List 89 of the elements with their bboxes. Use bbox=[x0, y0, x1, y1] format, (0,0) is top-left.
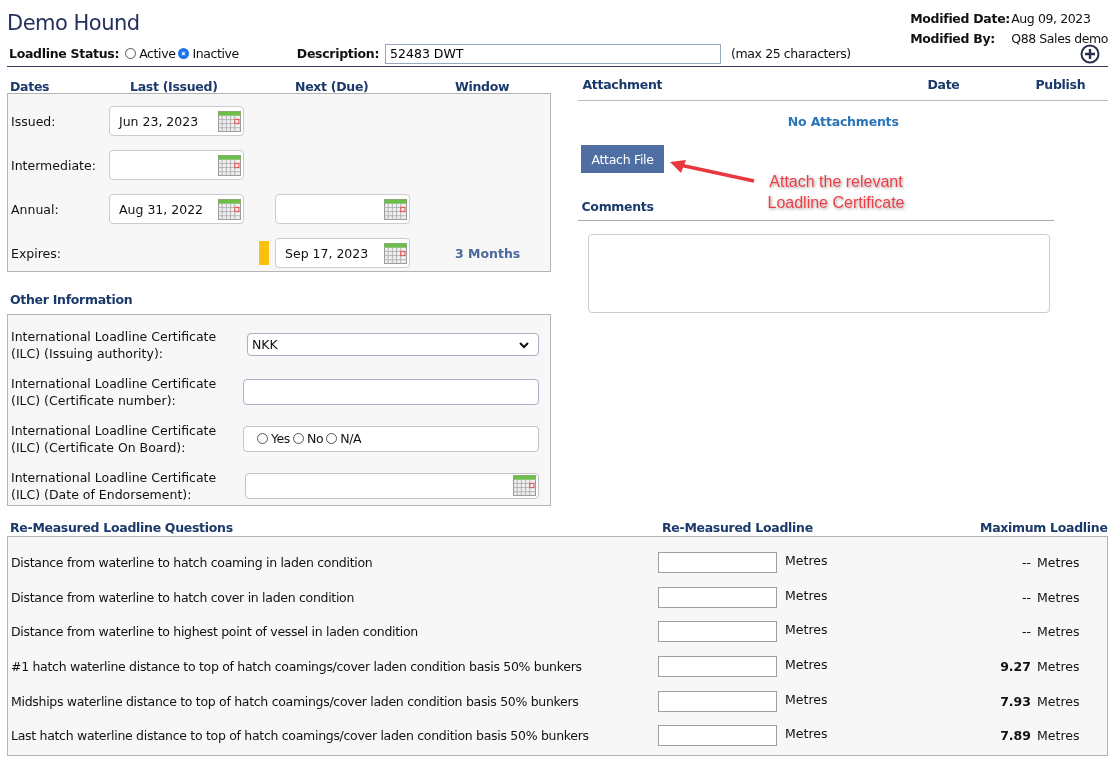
date-field[interactable]: Sep 17, 2023 bbox=[275, 238, 410, 268]
unit-label: Metres bbox=[1037, 554, 1080, 570]
radio-label[interactable]: N/A bbox=[340, 431, 362, 446]
date-label: Intermediate: bbox=[11, 157, 97, 173]
date-label: Annual: bbox=[11, 201, 60, 217]
column-header: Publish bbox=[1035, 79, 1086, 93]
page-title: Demo Hound bbox=[7, 10, 140, 35]
question-text: #1 hatch waterline distance to top of hatch coamings/cover laden condition basis 50% bunkers bbox=[11, 658, 583, 674]
calendar-icon[interactable] bbox=[513, 475, 536, 496]
window-value: 3 Months bbox=[455, 245, 521, 261]
calendar-icon[interactable] bbox=[218, 154, 241, 176]
column-header: Dates bbox=[10, 79, 51, 93]
calendar-icon[interactable] bbox=[384, 242, 407, 264]
section-title: Other Information bbox=[9, 292, 134, 307]
date-field[interactable]: Aug 31, 2022 bbox=[109, 194, 244, 224]
max-value: -- bbox=[1021, 624, 1031, 640]
comments-field[interactable] bbox=[588, 234, 1051, 313]
radio-label[interactable]: Active bbox=[139, 46, 176, 61]
radio-label[interactable]: Yes bbox=[271, 431, 290, 446]
measure-field[interactable] bbox=[658, 621, 777, 643]
measure-field[interactable] bbox=[658, 690, 777, 712]
unit-label: Metres bbox=[1037, 624, 1080, 640]
radio-label[interactable]: Inactive bbox=[192, 46, 239, 61]
unit-label: Metres bbox=[785, 690, 829, 707]
column-header: Date bbox=[927, 79, 961, 93]
max-value: -- bbox=[1021, 589, 1031, 605]
question-text: Distance from waterline to hatch cover in laden condition bbox=[11, 589, 356, 605]
date-field[interactable] bbox=[245, 472, 539, 499]
unit-label: Metres bbox=[1037, 589, 1080, 605]
text-field[interactable] bbox=[243, 378, 539, 405]
calendar-icon[interactable] bbox=[384, 198, 407, 220]
attach-file-button[interactable]: Attach File bbox=[581, 145, 664, 173]
date-label: Expires: bbox=[11, 245, 62, 261]
unit-label: Metres bbox=[785, 656, 829, 673]
radio-button[interactable] bbox=[293, 433, 304, 444]
modified-value: Aug 09, 2023 bbox=[1011, 11, 1091, 28]
measure-field[interactable] bbox=[658, 725, 777, 747]
unit-label: Metres bbox=[785, 621, 829, 638]
unit-label: Metres bbox=[1037, 658, 1080, 674]
question-text: Midships waterline distance to top of hatch coamings/cover laden condition basis 50% bunkers bbox=[11, 693, 580, 709]
select-field[interactable]: NKK bbox=[247, 333, 539, 356]
field-label: International Loadline Certificate (ILC) (Certificate number): bbox=[11, 374, 218, 409]
modified-label: Modified By: bbox=[910, 31, 997, 48]
status-label: Loadline Status: bbox=[9, 46, 120, 61]
field-label: International Loadline Certificate (ILC) (Issuing authority): bbox=[11, 327, 218, 362]
question-text: Last hatch waterline distance to top of hatch coamings/cover laden condition basis 50% bunkers bbox=[11, 728, 590, 744]
field-label: International Loadline Certificate (ILC) (Certificate On Board): bbox=[11, 421, 218, 456]
calendar-icon[interactable] bbox=[218, 110, 241, 132]
add-icon[interactable] bbox=[1080, 43, 1100, 64]
unit-label: Metres bbox=[785, 552, 829, 568]
column-header: Next (Due) bbox=[295, 79, 370, 93]
unit-label: Metres bbox=[785, 725, 829, 742]
max-value: 7.89 bbox=[1000, 728, 1031, 744]
radio-button[interactable] bbox=[178, 48, 190, 59]
modified-value: Q88 Sales demo bbox=[1011, 31, 1108, 48]
empty-message: No Attachments bbox=[786, 114, 900, 129]
radio-button[interactable] bbox=[257, 433, 268, 444]
column-header: Attachment bbox=[581, 79, 664, 93]
date-field[interactable]: Jun 23, 2023 bbox=[109, 106, 244, 136]
modified-label: Modified Date: bbox=[910, 11, 1011, 28]
character-hint: (max 25 characters) bbox=[731, 46, 851, 61]
column-header: Last (Issued) bbox=[130, 79, 219, 93]
column-header: Re-Measured Loadline bbox=[662, 520, 814, 536]
date-field[interactable] bbox=[109, 150, 244, 180]
max-value: 7.93 bbox=[1000, 693, 1031, 709]
date-field[interactable] bbox=[275, 194, 410, 224]
caret-icon bbox=[518, 340, 530, 349]
radio-button[interactable] bbox=[326, 433, 338, 444]
max-value: -- bbox=[1021, 554, 1031, 570]
measure-field[interactable] bbox=[658, 586, 777, 608]
field-label: International Loadline Certificate (ILC) (Date of Endorsement): bbox=[11, 468, 218, 503]
column-header: Window bbox=[455, 79, 510, 93]
unit-label: Metres bbox=[1037, 693, 1080, 709]
question-text: Distance from waterline to highest point of vessel in laden condition bbox=[11, 624, 419, 640]
column-header: Re-Measured Loadline Questions bbox=[10, 520, 234, 536]
radio-button[interactable] bbox=[125, 48, 137, 59]
radio-label[interactable]: No bbox=[307, 431, 324, 446]
measure-field[interactable] bbox=[658, 551, 777, 573]
unit-label: Metres bbox=[785, 586, 829, 603]
description-field[interactable]: 52483 DWT bbox=[385, 43, 722, 64]
description-label: Description: bbox=[296, 46, 380, 61]
date-label: Issued: bbox=[11, 113, 57, 129]
unit-label: Metres bbox=[1037, 728, 1080, 744]
column-header: Maximum Loadline bbox=[980, 520, 1108, 536]
max-value: 9.27 bbox=[1000, 658, 1031, 674]
measure-field[interactable] bbox=[658, 655, 777, 677]
annotation-text: Attach the relevant Loadline Certificate bbox=[766, 172, 906, 213]
question-text: Distance from waterline to hatch coaming in laden condition bbox=[11, 554, 374, 570]
calendar-icon[interactable] bbox=[218, 198, 241, 220]
